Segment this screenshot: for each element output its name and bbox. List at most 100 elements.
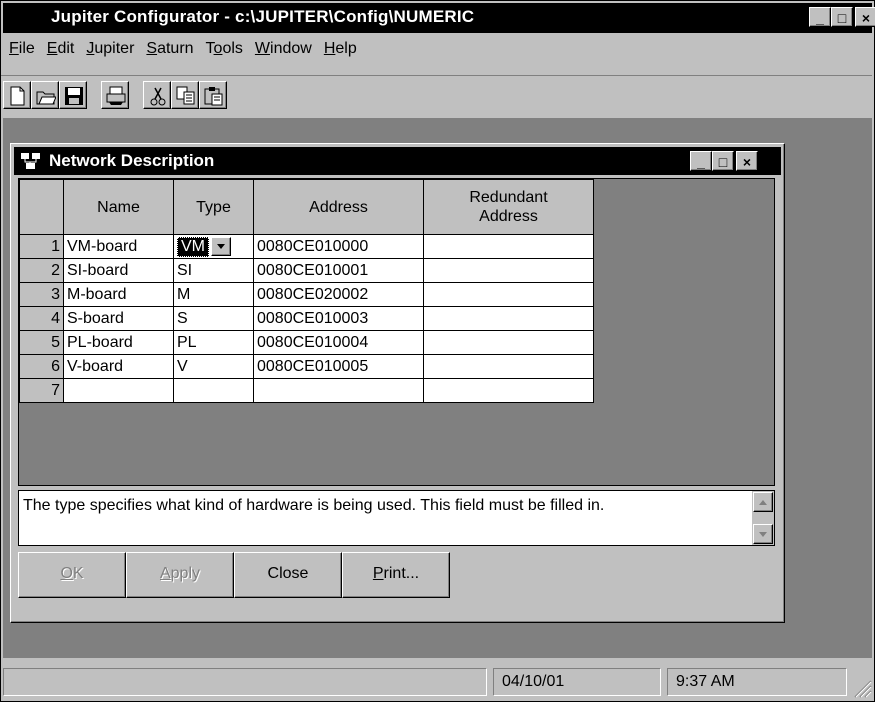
column-header-address[interactable]: Address	[253, 179, 424, 235]
open-button[interactable]	[31, 81, 59, 109]
type-cell[interactable]: SI	[173, 258, 254, 283]
menu-file[interactable]: File	[3, 36, 41, 62]
child-window-title: Network Description	[49, 151, 215, 170]
redundant-address-cell[interactable]	[423, 306, 594, 331]
type-cell[interactable]: PL	[173, 330, 254, 355]
scroll-down-button[interactable]	[753, 524, 773, 544]
window-title: Jupiter Configurator - c:\JUPITER\Config…	[51, 7, 475, 26]
help-text-box[interactable]: The type specifies what kind of hardware…	[18, 490, 775, 546]
address-cell[interactable]: 0080CE010001	[253, 258, 424, 283]
type-cell[interactable]	[173, 378, 254, 403]
address-cell[interactable]: 0080CE010000	[253, 234, 424, 259]
child-close-button[interactable]: ×	[736, 151, 758, 171]
redundant-address-cell[interactable]	[423, 330, 594, 355]
close-button[interactable]: Close	[234, 552, 342, 598]
resize-grip-icon[interactable]	[850, 676, 872, 698]
network-table: Name Type Address Redundant Address 1 VM-…	[19, 179, 594, 403]
help-text: The type specifies what kind of hardware…	[23, 497, 605, 514]
chevron-down-icon	[217, 244, 225, 249]
menu-tools[interactable]: Tools	[200, 36, 249, 62]
print-button[interactable]	[101, 81, 129, 109]
type-cell[interactable]: S	[173, 306, 254, 331]
open-folder-icon	[36, 91, 56, 105]
menu-edit[interactable]: Edit	[41, 36, 81, 62]
row-number[interactable]: 3	[19, 282, 64, 307]
menu-jupiter[interactable]: Jupiter	[80, 36, 140, 62]
network-icon	[21, 153, 40, 169]
table-row: 5 PL-board PL 0080CE010004	[19, 330, 594, 355]
redundant-address-cell[interactable]	[423, 282, 594, 307]
title-bar[interactable]: Jupiter Configurator - c:\JUPITER\Config…	[3, 3, 875, 33]
redundant-address-cell[interactable]	[423, 258, 594, 283]
child-title-bar[interactable]: Network Description _ □ ×	[14, 147, 781, 175]
menu-window[interactable]: Window	[249, 36, 318, 62]
type-selected-value: VM	[177, 236, 209, 257]
new-file-icon	[10, 86, 25, 106]
address-cell[interactable]	[253, 378, 424, 403]
table-header-row: Name Type Address Redundant Address	[19, 179, 594, 235]
address-cell[interactable]: 0080CE020002	[253, 282, 424, 307]
status-bar: 04/10/01 9:37 AM	[3, 668, 872, 698]
redundant-address-cell[interactable]	[423, 378, 594, 403]
menu-bar: File Edit Jupiter Saturn Tools Window He…	[3, 36, 363, 62]
name-cell[interactable]: V-board	[63, 354, 174, 379]
network-grid: Name Type Address Redundant Address 1 VM-…	[18, 178, 775, 486]
name-cell[interactable]: VM-board	[63, 234, 174, 259]
menu-help[interactable]: Help	[318, 36, 363, 62]
corner-header[interactable]	[19, 179, 64, 235]
dropdown-button[interactable]	[211, 237, 231, 256]
save-button[interactable]	[59, 81, 87, 109]
type-cell[interactable]: VM	[173, 234, 254, 259]
row-number[interactable]: 7	[19, 378, 64, 403]
redundant-address-cell[interactable]	[423, 354, 594, 379]
name-cell[interactable]: SI-board	[63, 258, 174, 283]
row-number[interactable]: 4	[19, 306, 64, 331]
row-number[interactable]: 5	[19, 330, 64, 355]
close-icon: ×	[742, 154, 752, 170]
row-number[interactable]: 1	[19, 234, 64, 259]
table-row: 6 V-board V 0080CE010005	[19, 354, 594, 379]
row-number[interactable]: 2	[19, 258, 64, 283]
status-message	[3, 668, 487, 696]
ok-button[interactable]: OK	[18, 552, 126, 598]
toolbar	[1, 75, 872, 116]
copy-icon	[176, 86, 195, 105]
name-cell[interactable]: M-board	[63, 282, 174, 307]
copy-button[interactable]	[171, 81, 199, 109]
name-cell[interactable]	[63, 378, 174, 403]
cut-button[interactable]	[143, 81, 171, 109]
redundant-address-cell[interactable]	[423, 234, 594, 259]
print-dialog-button[interactable]: Print...	[342, 552, 450, 598]
address-cell[interactable]: 0080CE010003	[253, 306, 424, 331]
help-scrollbar[interactable]	[752, 491, 774, 545]
address-cell[interactable]: 0080CE010005	[253, 354, 424, 379]
print-icon	[106, 86, 126, 105]
type-dropdown[interactable]: VM	[177, 236, 231, 257]
network-description-window: Network Description _ □ × Name Type Addr…	[10, 143, 785, 623]
maximize-button[interactable]: □	[831, 7, 853, 27]
close-window-button[interactable]: ×	[855, 7, 875, 27]
column-header-name[interactable]: Name	[63, 179, 174, 235]
maximize-icon: □	[718, 154, 728, 170]
child-minimize-button[interactable]: _	[690, 151, 712, 171]
column-header-type[interactable]: Type	[173, 179, 254, 235]
cut-scissors-icon	[150, 87, 166, 106]
scroll-up-button[interactable]	[753, 492, 773, 512]
menu-saturn[interactable]: Saturn	[140, 36, 199, 62]
name-cell[interactable]: PL-board	[63, 330, 174, 355]
column-header-redundant-address[interactable]: Redundant Address	[423, 179, 594, 235]
minimize-button[interactable]: _	[809, 7, 831, 27]
row-number[interactable]: 6	[19, 354, 64, 379]
apply-button[interactable]: Apply	[126, 552, 234, 598]
name-cell[interactable]: S-board	[63, 306, 174, 331]
mdi-workspace: Network Description _ □ × Name Type Addr…	[3, 118, 872, 658]
table-row: 2 SI-board SI 0080CE010001	[19, 258, 594, 283]
type-cell[interactable]: M	[173, 282, 254, 307]
save-disk-icon	[65, 87, 83, 105]
type-cell[interactable]: V	[173, 354, 254, 379]
address-cell[interactable]: 0080CE010004	[253, 330, 424, 355]
paste-button[interactable]	[199, 81, 227, 109]
new-button[interactable]	[3, 81, 31, 109]
status-date: 04/10/01	[493, 668, 661, 696]
child-maximize-button[interactable]: □	[712, 151, 734, 171]
